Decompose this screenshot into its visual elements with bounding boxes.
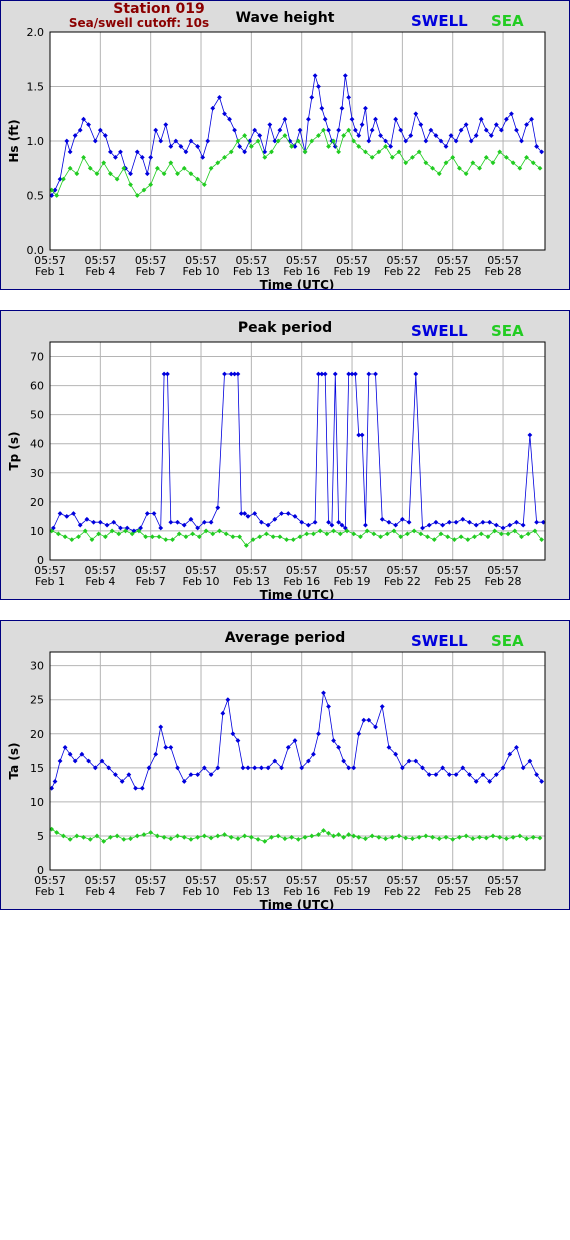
x-tick-date: Feb 19 <box>334 575 371 588</box>
legend-swell: SWELL <box>411 322 468 340</box>
average-period-panel: 0 5 10 15 20 25 30 05:57 Feb 1 05:57 Feb 4 05:57 Feb… <box>0 620 570 910</box>
y-tick-label: 30 <box>30 467 44 480</box>
plot-area <box>50 652 545 870</box>
x-tick-date: Feb 7 <box>136 575 166 588</box>
x-tick-date: Feb 7 <box>136 885 166 898</box>
legend-swell: SWELL <box>411 632 468 650</box>
x-tick-date: Feb 10 <box>183 575 220 588</box>
x-tick-date: Feb 16 <box>283 575 320 588</box>
y-axis-label: Hs (ft) <box>7 119 21 162</box>
y-axis-label: Tp (s) <box>7 431 21 470</box>
peak-period-panel: 0 10 20 30 40 50 60 70 05:57 Feb 1 05:57 Feb 4 05:57… <box>0 310 570 600</box>
x-tick-date: Feb 1 <box>35 885 65 898</box>
y-tick-label: 1.0 <box>27 135 45 148</box>
x-tick-date: Feb 22 <box>384 575 421 588</box>
wave-height-chart: 0.00.51.01.52.005:57Feb 105:57Feb 405:57… <box>7 10 546 289</box>
x-tick-date: Feb 16 <box>283 885 320 898</box>
legend-sea: SEA <box>491 632 524 650</box>
x-tick-date: Feb 1 <box>35 575 65 588</box>
y-tick-label: 50 <box>30 409 44 422</box>
y-tick-label: 1.5 <box>27 81 45 94</box>
peak-period-chart: 01020304050607005:57Feb 105:57Feb 405:57… <box>7 320 546 599</box>
x-tick-date: Feb 25 <box>434 575 471 588</box>
x-tick-date: Feb 28 <box>485 265 522 278</box>
y-tick-label: 70 <box>30 351 44 364</box>
chart-title: Wave height <box>236 10 335 26</box>
y-tick-label: 20 <box>30 728 44 741</box>
x-tick-date: Feb 22 <box>384 265 421 278</box>
y-tick-label: 40 <box>30 438 44 451</box>
y-tick-label: 60 <box>30 380 44 393</box>
x-tick-date: Feb 1 <box>35 265 65 278</box>
x-tick-date: Feb 28 <box>485 885 522 898</box>
y-tick-label: 0.5 <box>27 190 45 203</box>
x-tick-date: Feb 19 <box>334 265 371 278</box>
x-tick-date: Feb 4 <box>85 265 115 278</box>
x-tick-date: Feb 7 <box>136 265 166 278</box>
legend-sea: SEA <box>491 322 524 340</box>
x-tick-date: Feb 10 <box>183 265 220 278</box>
y-tick-label: 25 <box>30 694 44 707</box>
legend-swell: SWELL <box>411 12 468 30</box>
chart-title: Average period <box>225 630 346 646</box>
plot-area <box>50 342 545 560</box>
x-tick-date: Feb 13 <box>233 885 270 898</box>
x-tick-date: Feb 10 <box>183 885 220 898</box>
x-axis-label: Time (UTC) <box>260 898 335 909</box>
y-tick-label: 20 <box>30 496 44 509</box>
x-tick-date: Feb 4 <box>85 575 115 588</box>
y-tick-label: 5 <box>37 830 44 843</box>
y-tick-label: 30 <box>30 660 44 673</box>
y-axis-label: Ta (s) <box>7 742 21 779</box>
x-tick-date: Feb 19 <box>334 885 371 898</box>
y-tick-label: 2.0 <box>27 26 45 39</box>
wave-height-panel: Station 019 Sea/swell cutoff: 10s 0.0 0.5… <box>0 0 570 290</box>
x-tick-date: Feb 13 <box>233 265 270 278</box>
x-axis-label: Time (UTC) <box>260 278 335 289</box>
x-tick-date: Feb 16 <box>283 265 320 278</box>
y-tick-label: 10 <box>30 525 44 538</box>
x-tick-date: Feb 22 <box>384 885 421 898</box>
x-tick-date: Feb 13 <box>233 575 270 588</box>
y-tick-label: 10 <box>30 796 44 809</box>
x-tick-date: Feb 4 <box>85 885 115 898</box>
x-tick-date: Feb 25 <box>434 265 471 278</box>
average-period-chart: 05101520253005:57Feb 105:57Feb 405:57Feb… <box>7 630 546 909</box>
legend-sea: SEA <box>491 12 524 30</box>
y-tick-label: 15 <box>30 762 44 775</box>
x-tick-date: Feb 25 <box>434 885 471 898</box>
x-tick-date: Feb 28 <box>485 575 522 588</box>
x-axis-label: Time (UTC) <box>260 588 335 599</box>
chart-title: Peak period <box>238 320 332 336</box>
